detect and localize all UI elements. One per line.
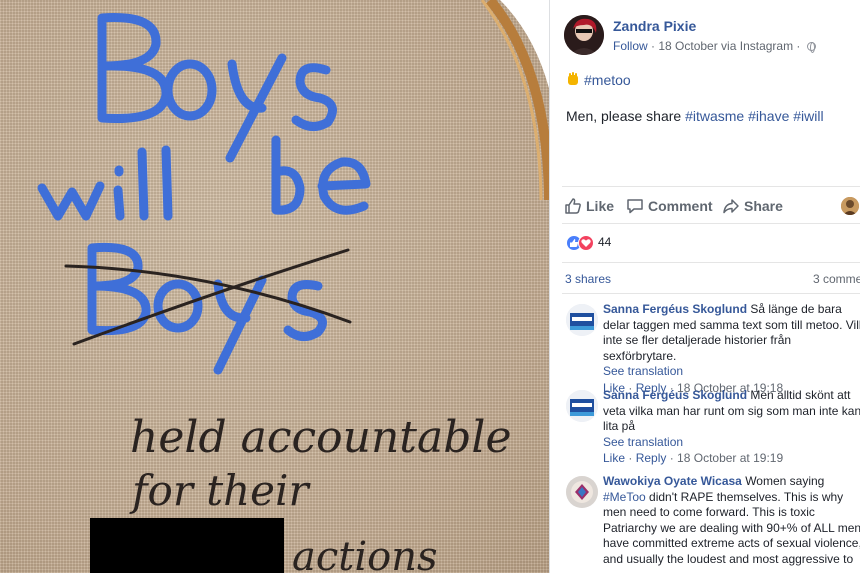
commenter-name[interactable]: Sanna Fergéus Skoglund bbox=[603, 302, 747, 316]
handwriting-line-1: held accountable bbox=[130, 412, 511, 463]
see-translation-link[interactable]: See translation bbox=[603, 364, 860, 380]
reactions-summary[interactable]: 44 bbox=[566, 235, 611, 251]
post-date[interactable]: 18 October via Instagram bbox=[658, 39, 793, 53]
comment-meta: Like · Reply · 18 October at 19:19 bbox=[603, 451, 784, 465]
hashtag-itwasme[interactable]: #itwasme bbox=[685, 108, 744, 124]
comments-count[interactable]: 3 comme bbox=[813, 272, 860, 286]
shares-count[interactable]: 3 shares bbox=[565, 272, 611, 286]
handwriting-line-3: actions bbox=[292, 534, 438, 573]
share-button[interactable]: Share bbox=[722, 197, 783, 215]
comment-time[interactable]: 18 October at 19:19 bbox=[677, 451, 783, 465]
comment-button[interactable]: Comment bbox=[626, 197, 713, 215]
post-meta: Follow · 18 October via Instagram · bbox=[613, 39, 816, 53]
embroidery-hoop-image: held accountable for their actions bbox=[37, 0, 549, 573]
comment-like-link[interactable]: Like bbox=[603, 451, 625, 465]
post-header: Zandra Pixie Follow · 18 October via Ins… bbox=[564, 15, 860, 55]
commenter-avatar[interactable] bbox=[566, 304, 598, 336]
commenter-name[interactable]: Sanna Fergéus Skoglund bbox=[603, 388, 747, 402]
see-translation-link[interactable]: See translation bbox=[603, 435, 860, 451]
hashtag-metoo-comment[interactable]: #MeToo bbox=[603, 490, 646, 504]
comment-reply-link[interactable]: Reply bbox=[636, 451, 667, 465]
redaction-box bbox=[90, 518, 284, 573]
raised-fist-emoji-icon bbox=[566, 72, 580, 87]
author-avatar[interactable] bbox=[564, 15, 604, 55]
share-arrow-icon bbox=[723, 199, 739, 214]
hashtag-metoo[interactable]: #metoo bbox=[584, 72, 631, 88]
commenter-avatar[interactable] bbox=[566, 390, 598, 422]
post-photo[interactable]: held accountable for their actions bbox=[0, 0, 549, 573]
strike-through bbox=[64, 248, 352, 346]
post-tagline: #metoo bbox=[566, 72, 631, 88]
handwriting-line-2: for their bbox=[129, 466, 311, 515]
comment-icon bbox=[627, 199, 643, 214]
post-panel: Zandra Pixie Follow · 18 October via Ins… bbox=[549, 0, 860, 573]
thumbs-up-icon bbox=[565, 198, 581, 214]
globe-icon[interactable] bbox=[806, 42, 816, 53]
author-name[interactable]: Zandra Pixie bbox=[613, 18, 696, 34]
post-actions: Like Comment Share bbox=[562, 186, 860, 224]
post-stats: 3 shares 3 comme bbox=[562, 262, 860, 294]
hashtag-iwill[interactable]: #iwill bbox=[793, 108, 823, 124]
post-body: Men, please share #itwasme #ihave #iwill bbox=[566, 108, 824, 124]
reaction-count: 44 bbox=[598, 235, 612, 249]
like-button[interactable]: Like bbox=[564, 197, 614, 215]
follow-link[interactable]: Follow bbox=[613, 39, 648, 53]
hashtag-ihave[interactable]: #ihave bbox=[748, 108, 789, 124]
commenter-name[interactable]: Wawokiya Oyate Wicasa bbox=[603, 474, 742, 488]
love-reaction-icon bbox=[578, 235, 594, 251]
commenter-avatar[interactable] bbox=[566, 476, 598, 508]
viewer-avatar[interactable] bbox=[841, 197, 859, 215]
blue-embroidery bbox=[37, 13, 371, 375]
